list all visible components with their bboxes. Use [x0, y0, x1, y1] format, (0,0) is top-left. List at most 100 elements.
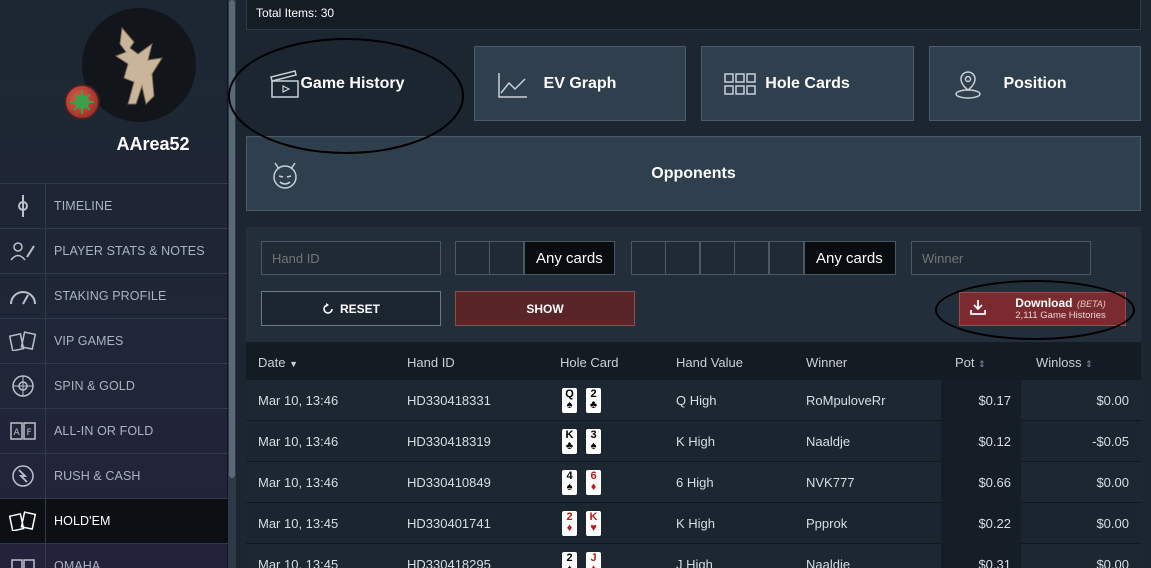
grid-icon — [724, 69, 756, 101]
cell-pot: $0.31 — [978, 557, 1011, 568]
table-row[interactable]: Mar 10, 13:45 HD330401741 2 ♦ K ♥ K High Ppprok… — [246, 503, 1141, 544]
card-suit-icon: ♠ — [566, 399, 573, 411]
sidebar-item-label: ALL-IN OR FOLD — [54, 424, 154, 438]
table-row[interactable]: Mar 10, 13:45 HD330418295 2♠ J♦ J High Naaldj… — [246, 544, 1141, 568]
cell-hand-id[interactable]: HD330401741 — [407, 516, 491, 531]
card-slot-4[interactable] — [665, 241, 700, 275]
sidebar-item-label: STAKING PROFILE — [54, 289, 167, 303]
holdem-cards-icon — [0, 499, 46, 543]
location-pin-icon — [952, 69, 984, 101]
sidebar-item-all-in-or-fold[interactable]: AF ALL-IN OR FOLD — [0, 408, 228, 453]
winner-input[interactable] — [911, 241, 1091, 275]
cell-date: Mar 10, 13:46 — [258, 475, 339, 490]
cell-hand-id[interactable]: HD330418331 — [407, 393, 491, 408]
sidebar-item-player-stats[interactable]: PLAYER STATS & NOTES — [0, 228, 228, 273]
column-header-pot[interactable]: Pot ⇕ — [955, 355, 986, 370]
column-header-date[interactable]: Date ▼ — [258, 355, 298, 370]
rush-icon — [0, 454, 46, 498]
sidebar-item-staking-profile[interactable]: STAKING PROFILE — [0, 273, 228, 318]
download-button[interactable]: Download (BETA) 2,111 Game Histories — [959, 292, 1126, 326]
cell-hand-id[interactable]: HD330418319 — [407, 434, 491, 449]
sidebar-item-holdem[interactable]: HOLD'EM — [0, 498, 228, 543]
cell-hand-id[interactable]: HD330410849 — [407, 475, 491, 490]
any-cards-selector-1[interactable]: Any cards — [524, 241, 615, 275]
scrollbar-thumb[interactable] — [229, 0, 235, 478]
download-beta-tag: (BETA) — [1076, 298, 1106, 309]
sidebar-item-label: VIP GAMES — [54, 334, 124, 348]
any-cards-selector-2[interactable]: Any cards — [804, 241, 896, 275]
svg-text:A: A — [13, 428, 20, 438]
card-suit-icon: ♣ — [589, 399, 598, 411]
timeline-icon — [0, 184, 46, 228]
hand-id-input[interactable] — [261, 241, 441, 275]
column-header-label: Pot — [955, 355, 975, 370]
playing-card: K ♣ — [562, 429, 577, 454]
playing-card: 2♠ — [562, 552, 577, 568]
table-row[interactable]: Mar 10, 13:46 HD330410849 4 ♠ 6 ♦ 6 High NVK777… — [246, 462, 1141, 503]
card-slot-7[interactable] — [769, 241, 804, 275]
sidebar-item-rush-cash[interactable]: RUSH & CASH — [0, 453, 228, 498]
playing-card: K ♥ — [586, 511, 601, 536]
card-slot-2[interactable] — [489, 241, 524, 275]
card-slot-1[interactable] — [455, 241, 490, 275]
card-suit-icon: ♥ — [590, 522, 597, 534]
cell-winner: NVK777 — [806, 475, 855, 490]
reset-button[interactable]: RESET — [261, 291, 441, 326]
cell-hand-value: J High — [676, 557, 713, 568]
sidebar-item-label: PLAYER STATS & NOTES — [54, 244, 205, 258]
playing-card: J♦ — [586, 552, 601, 568]
sidebar-item-timeline[interactable]: TIMELINE — [0, 183, 228, 228]
allin-icon: AF — [0, 409, 46, 453]
column-header-label: Date — [258, 355, 286, 370]
show-button[interactable]: SHOW — [455, 291, 635, 326]
column-header-label: Winloss — [1036, 355, 1082, 370]
card-slot-5[interactable] — [700, 241, 735, 275]
cell-pot: $0.12 — [978, 434, 1011, 449]
cell-hand-value: Q High — [676, 393, 717, 408]
tab-opponents[interactable]: Opponents — [246, 136, 1141, 211]
playing-card: Q ♠ — [562, 388, 577, 413]
total-items-text: Total Items: 30 — [256, 6, 335, 20]
profile-header: AArea52 — [0, 0, 228, 184]
sidebar-item-omaha[interactable]: OMAHA — [0, 543, 228, 568]
clapperboard-icon — [269, 69, 301, 101]
tab-hole-cards[interactable]: Hole Cards — [701, 46, 914, 121]
card-suit-icon: ♠ — [566, 481, 573, 493]
tab-ev-graph[interactable]: EV Graph — [474, 46, 686, 121]
playing-card: 6 ♦ — [586, 470, 601, 495]
column-header-hand-value: Hand Value — [676, 355, 743, 370]
cell-pot: $0.17 — [978, 393, 1011, 408]
cell-date: Mar 10, 13:45 — [258, 557, 339, 568]
sidebar-item-label: OMAHA — [54, 559, 101, 568]
cell-winloss: -$0.05 — [1092, 434, 1129, 449]
sidebar: AArea52 TIMELINE PLAYER STATS & NOTES ST… — [0, 0, 228, 568]
download-subtitle: 2,111 Game Histories — [1015, 309, 1106, 321]
card-slot-3[interactable] — [631, 241, 666, 275]
sort-toggle-icon: ⇕ — [978, 359, 986, 369]
table-row[interactable]: Mar 10, 13:46 HD330418319 K ♣ 3 ♠ K High Naaldj… — [246, 421, 1141, 462]
user-notes-icon — [0, 229, 46, 273]
column-header-hole-card: Hole Card — [560, 355, 619, 370]
sidebar-item-spin-gold[interactable]: SPIN & GOLD — [0, 363, 228, 408]
reset-icon — [323, 302, 333, 314]
cell-winloss: $0.00 — [1096, 393, 1129, 408]
cell-winner: Ppprok — [806, 516, 848, 531]
cell-hand-value: K High — [676, 434, 716, 449]
cell-winloss: $0.00 — [1096, 516, 1129, 531]
card-suit-icon: ♦ — [590, 481, 597, 493]
sidebar-item-label: RUSH & CASH — [54, 469, 141, 483]
cell-pot: $0.22 — [978, 516, 1011, 531]
card-slot-6[interactable] — [734, 241, 769, 275]
sidebar-item-label: SPIN & GOLD — [54, 379, 135, 393]
table-row[interactable]: Mar 10, 13:46 HD330418331 Q ♠ 2 ♣ Q High RoMpul… — [246, 380, 1141, 421]
tab-position[interactable]: Position — [929, 46, 1141, 121]
sidebar-item-label: HOLD'EM — [54, 514, 111, 528]
column-header-winloss[interactable]: Winloss ⇕ — [1036, 355, 1093, 370]
tab-game-history[interactable]: Game History — [246, 46, 459, 121]
sidebar-item-vip-games[interactable]: VIP GAMES — [0, 318, 228, 363]
tab-label: Opponents — [651, 164, 736, 182]
sort-toggle-icon: ⇕ — [1085, 359, 1093, 369]
sidebar-scrollbar[interactable] — [228, 0, 236, 568]
cell-hand-id[interactable]: HD330418295 — [407, 557, 491, 568]
cell-winner: RoMpuloveRr — [806, 393, 886, 408]
